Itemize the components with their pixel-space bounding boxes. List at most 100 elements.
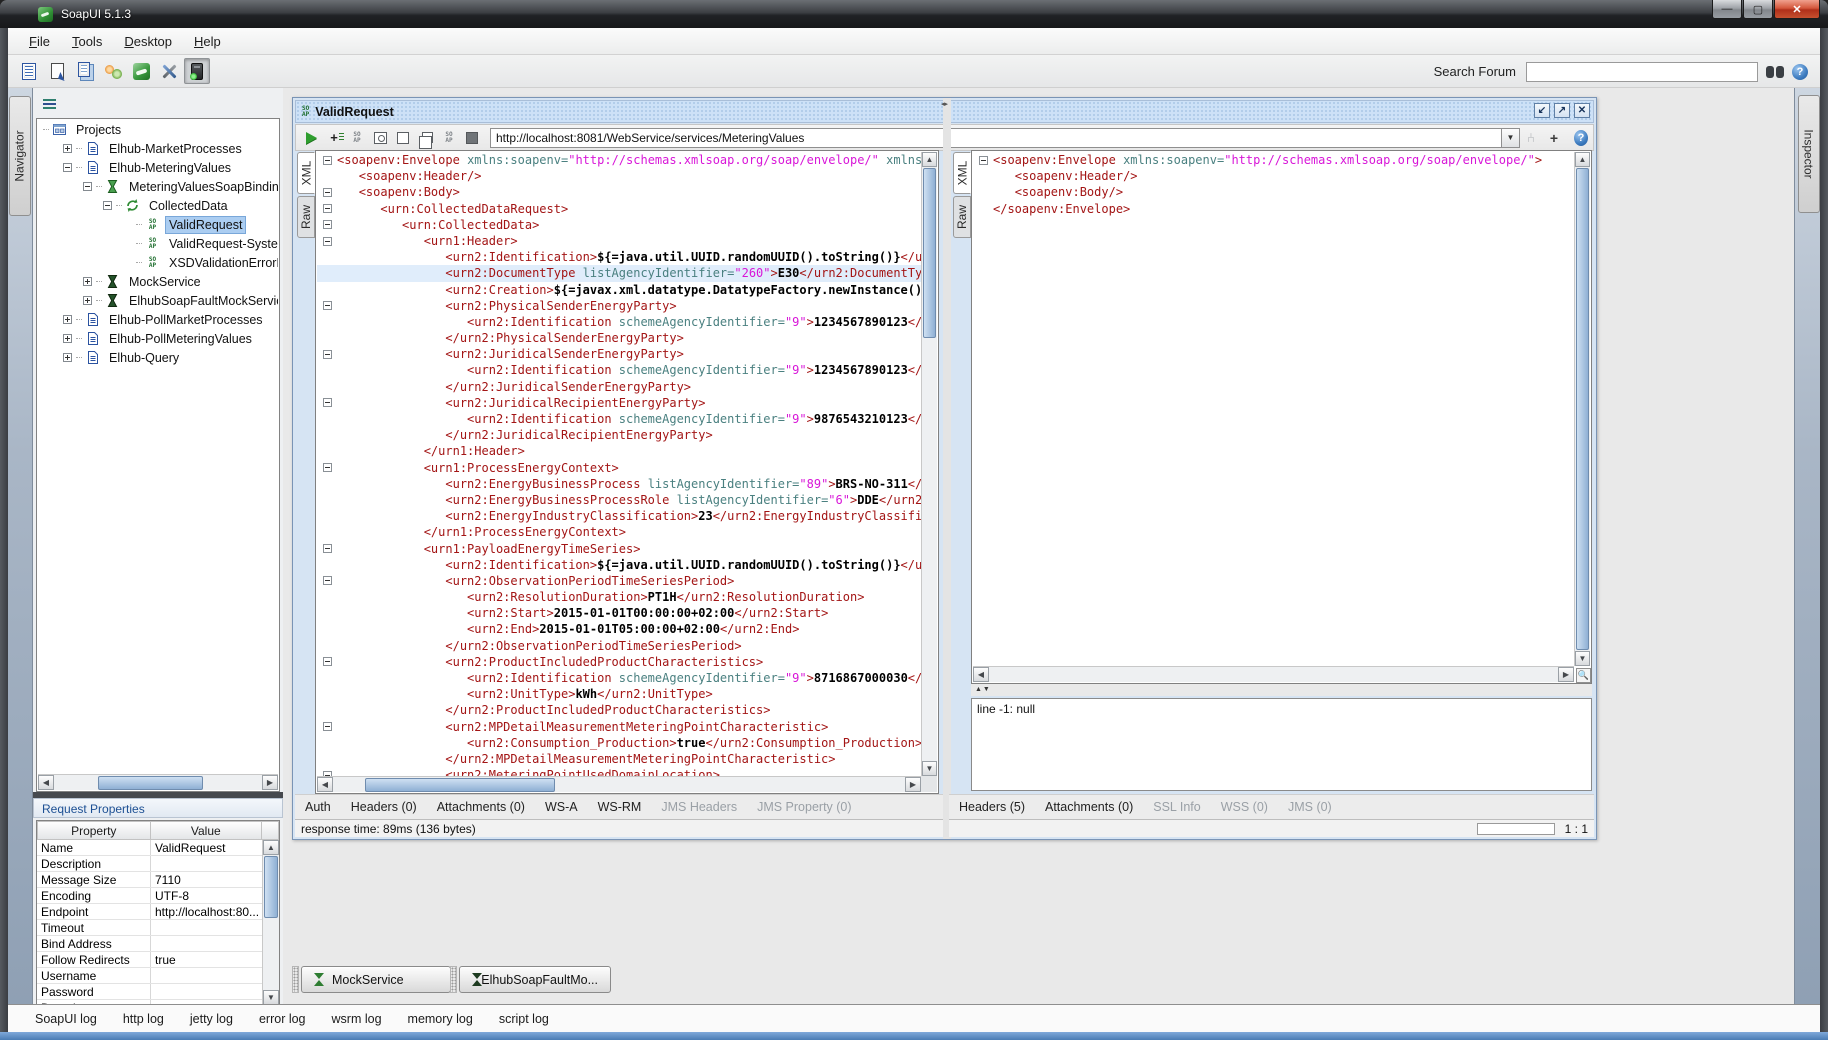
add-to-mockservice-icon[interactable]: SOAP <box>346 127 368 149</box>
preferences-icon[interactable] <box>156 58 182 84</box>
property-row-encoding[interactable]: EncodingUTF-8 <box>37 888 263 904</box>
property-value[interactable]: true <box>151 952 263 967</box>
log-tab-script-log[interactable]: script log <box>486 1007 562 1031</box>
tree-horizontal-scrollbar[interactable]: ◀ ▶ <box>38 774 278 790</box>
request-tab-attachments-0[interactable]: Attachments (0) <box>427 796 535 818</box>
tree-item-projects[interactable]: Projects <box>38 120 278 139</box>
value-column-header[interactable]: Value <box>151 821 263 840</box>
request-tab-xml[interactable]: XML <box>297 152 315 194</box>
xml-line[interactable]: <urn2:Start>2015-01-01T00:00:00+02:00</u… <box>317 605 921 621</box>
minimized-window-drag-handle[interactable] <box>450 966 457 993</box>
request-tab-headers-0[interactable]: Headers (0) <box>341 796 427 818</box>
frame-maximize-icon[interactable]: ↗ <box>1554 103 1570 118</box>
response-tab-headers-5[interactable]: Headers (5) <box>949 796 1035 818</box>
minimized-window-drag-handle[interactable] <box>292 966 299 993</box>
recreate-request-icon[interactable] <box>369 127 391 149</box>
create-empty-request-icon[interactable] <box>392 127 414 149</box>
xml-line[interactable]: <urn2:Identification schemeAgencyIdentif… <box>317 362 921 378</box>
xml-line[interactable]: <urn2:EnergyIndustryClassification>23</u… <box>317 508 921 524</box>
cancel-request-icon[interactable] <box>461 127 483 149</box>
property-row-follow-redirects[interactable]: Follow Redirectstrue <box>37 952 263 968</box>
xml-line[interactable]: <soapenv:Body/> <box>973 184 1574 200</box>
submit-request-button[interactable] <box>300 127 322 149</box>
property-row-timeout[interactable]: Timeout <box>37 920 263 936</box>
xml-line[interactable]: <soapenv:Header/> <box>973 168 1574 184</box>
property-row-description[interactable]: Description <box>37 856 263 872</box>
tree-expander[interactable] <box>63 144 72 153</box>
xml-line[interactable]: </urn2:PhysicalSenderEnergyParty> <box>317 330 921 346</box>
xml-line[interactable]: <urn2:EnergyBusinessProcessRole listAgen… <box>317 492 921 508</box>
fold-collapse-icon[interactable] <box>323 576 332 585</box>
log-tab-error-log[interactable]: error log <box>246 1007 319 1031</box>
response-splitter[interactable] <box>971 684 1592 696</box>
fold-collapse-icon[interactable] <box>323 220 332 229</box>
xml-line[interactable]: <urn2:EnergyBusinessProcess listAgencyId… <box>317 476 921 492</box>
xml-line[interactable]: <urn1:ProcessEnergyContext> <box>317 460 921 476</box>
log-tab-memory-log[interactable]: memory log <box>395 1007 486 1031</box>
clone-request-icon[interactable] <box>415 127 437 149</box>
response-tab-attachments-0[interactable]: Attachments (0) <box>1035 796 1143 818</box>
xml-line[interactable]: <urn2:Creation>${=javax.xml.datatype.Dat… <box>317 282 921 298</box>
xml-line[interactable]: <urn2:UnitType>kWh</urn2:UnitType> <box>317 686 921 702</box>
import-project-icon[interactable] <box>44 58 70 84</box>
tree-item-elhub-pollmarketprocesses[interactable]: Elhub-PollMarketProcesses <box>38 310 278 329</box>
xml-line[interactable]: <urn2:Identification>${=java.util.UUID.r… <box>317 557 921 573</box>
title-bar[interactable]: SoapUI 5.1.3 — ▢ ✕ <box>0 0 1828 28</box>
log-tab-http-log[interactable]: http log <box>110 1007 177 1031</box>
xml-line[interactable]: <urn2:PhysicalSenderEnergyParty> <box>317 298 921 314</box>
fold-collapse-icon[interactable] <box>323 204 332 213</box>
xml-line[interactable]: <urn2:End>2015-01-01T05:00:00+02:00</urn… <box>317 621 921 637</box>
fold-collapse-icon[interactable] <box>323 722 332 731</box>
tree-item-elhub-meteringvalues[interactable]: Elhub-MeteringValues <box>38 158 278 177</box>
menu-help[interactable]: Help <box>183 30 232 53</box>
log-tab-wsrm-log[interactable]: wsrm log <box>319 1007 395 1031</box>
xml-line[interactable]: <urn2:Identification schemeAgencyIdentif… <box>317 411 921 427</box>
property-row-username[interactable]: Username <box>37 968 263 984</box>
xml-line[interactable]: </urn1:ProcessEnergyContext> <box>317 524 921 540</box>
request-editor[interactable]: <soapenv:Envelope xmlns:soapenv="http://… <box>315 150 939 794</box>
xml-line[interactable]: <soapenv:Header/> <box>317 168 921 184</box>
property-row-name[interactable]: NameValidRequest <box>37 840 263 856</box>
property-value[interactable] <box>151 856 263 871</box>
request-help-icon[interactable]: ? <box>1566 127 1588 149</box>
xml-line[interactable]: <urn:CollectedDataRequest> <box>317 201 921 217</box>
request-tab-auth[interactable]: Auth <box>295 796 341 818</box>
search-forum-input[interactable] <box>1526 62 1758 82</box>
fold-collapse-icon[interactable] <box>979 156 988 165</box>
xml-line[interactable]: </urn2:MPDetailMeasurementMeteringPointC… <box>317 751 921 767</box>
tree-item-xsdvalidationerrorrequest[interactable]: SOAPXSDValidationErrorRequest <box>38 253 278 272</box>
fold-collapse-icon[interactable] <box>323 544 332 553</box>
add-endpoint-icon[interactable]: + <box>1543 127 1565 149</box>
property-value[interactable]: UTF-8 <box>151 888 263 903</box>
fold-collapse-icon[interactable] <box>323 188 332 197</box>
tree-expander[interactable] <box>83 296 92 305</box>
inspector-tab[interactable]: Inspector <box>1798 95 1820 213</box>
close-button[interactable]: ✕ <box>1774 0 1820 19</box>
tree-expander[interactable] <box>83 182 92 191</box>
tree-item-elhub-marketprocesses[interactable]: Elhub-MarketProcesses <box>38 139 278 158</box>
property-value[interactable] <box>151 968 263 983</box>
help-icon[interactable]: ? <box>1792 64 1808 80</box>
fold-collapse-icon[interactable] <box>323 463 332 472</box>
fold-collapse-icon[interactable] <box>323 237 332 246</box>
xml-line[interactable]: <urn2:Identification>${=java.util.UUID.r… <box>317 249 921 265</box>
save-all-projects-icon[interactable] <box>72 58 98 84</box>
editor-splitter[interactable] <box>943 98 951 839</box>
xml-line[interactable]: <urn2:JuridicalSenderEnergyParty> <box>317 346 921 362</box>
forum-icon[interactable] <box>100 58 126 84</box>
minimize-button[interactable]: — <box>1712 0 1742 19</box>
xml-line[interactable]: <soapenv:Body> <box>317 184 921 200</box>
request-tab-raw[interactable]: Raw <box>297 196 315 238</box>
tree-expander[interactable] <box>83 277 92 286</box>
frame-restore-icon[interactable]: ↙ <box>1534 103 1550 118</box>
tree-item-elhub-pollmeteringvalues[interactable]: Elhub-PollMeteringValues <box>38 329 278 348</box>
xml-line[interactable]: </urn2:ProductIncludedProductCharacteris… <box>317 702 921 718</box>
property-row-password[interactable]: Password <box>37 984 263 1000</box>
response-log[interactable]: line -1: null <box>971 698 1592 791</box>
properties-vertical-scrollbar[interactable]: ▲ ▼ <box>262 840 279 1005</box>
property-row-endpoint[interactable]: Endpointhttp://localhost:80... <box>37 904 263 920</box>
response-horizontal-scrollbar[interactable]: ◀ ▶ <box>973 666 1574 682</box>
request-vertical-scrollbar[interactable]: ▲ ▼ <box>921 152 937 776</box>
fold-collapse-icon[interactable] <box>323 398 332 407</box>
property-value[interactable]: 7110 <box>151 872 263 887</box>
